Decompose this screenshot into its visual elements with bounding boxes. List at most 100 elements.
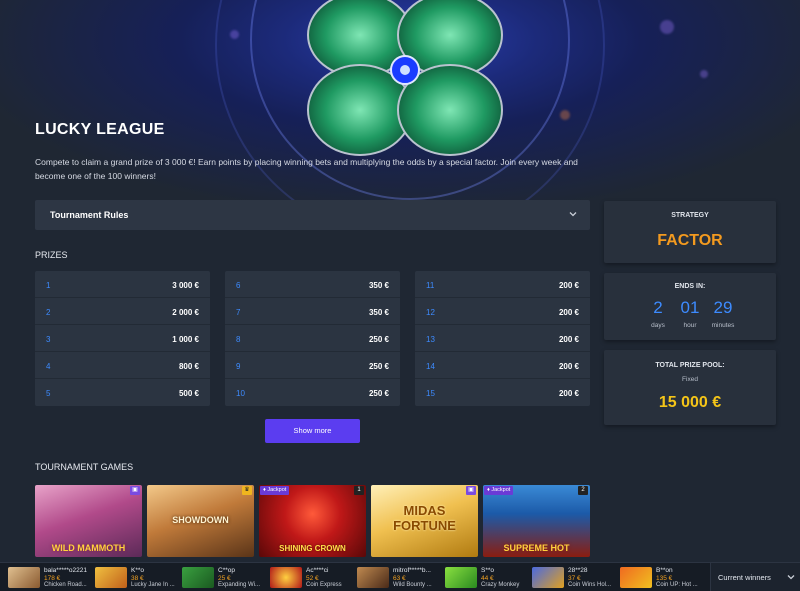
gift-icon: ▣ xyxy=(466,486,476,495)
prize-rank: 3 xyxy=(46,335,51,344)
game-title: MIDAS FORTUNE xyxy=(393,503,456,533)
game-thumbnail xyxy=(445,567,477,588)
prize-rank: 11 xyxy=(426,281,435,290)
prize-rank: 14 xyxy=(426,362,435,371)
game-title: SHOWDOWN xyxy=(172,515,229,525)
game-tile-midas-fortune[interactable]: ▣ MIDAS FORTUNE xyxy=(371,485,478,557)
winner-game: Expanding Wi... xyxy=(218,582,261,588)
prize-rank: 5 xyxy=(46,389,51,398)
winner-username: bala*****o2221 xyxy=(44,567,88,574)
game-thumbnail xyxy=(620,567,652,588)
countdown-minutes-label: minutes xyxy=(711,322,735,329)
prize-amount: 200 € xyxy=(558,389,579,398)
current-winners-dropdown[interactable]: Current winners xyxy=(710,563,800,591)
tournament-rules-accordion[interactable]: Tournament Rules xyxy=(35,200,590,230)
show-more-button[interactable]: Show more xyxy=(265,419,360,443)
winner-amount: 63 € xyxy=(393,575,406,582)
prize-pool-card: TOTAL PRIZE POOL: Fixed 15 000 € xyxy=(604,350,776,425)
prize-amount: 500 € xyxy=(178,389,199,398)
prize-amount: 250 € xyxy=(368,389,389,398)
countdown-minutes: 29 minutes xyxy=(701,298,745,329)
winner-amount: 37 € xyxy=(568,575,581,582)
game-thumbnail xyxy=(182,567,214,588)
chevron-down-icon xyxy=(569,212,577,217)
game-badge: 2 xyxy=(578,486,588,495)
game-title: WILD MAMMOTH xyxy=(51,543,126,553)
winner-amount: 135 € xyxy=(656,575,673,582)
winner-game: Lucky Jane In ... xyxy=(131,582,175,588)
gift-icon: ▣ xyxy=(130,486,140,495)
prize-pool-value: 15 000 € xyxy=(658,394,722,411)
prize-column: 6 350 € 7 350 € 8 250 € 9 250 € 10 250 € xyxy=(225,271,400,406)
prize-amount: 250 € xyxy=(368,335,389,344)
prize-rank: 10 xyxy=(236,389,245,398)
game-thumbnail xyxy=(357,567,389,588)
game-tile-supreme-hot[interactable]: ♦ Jackpot 2 SUPREME HOT xyxy=(483,485,590,557)
game-badge: 1 xyxy=(354,486,364,495)
game-thumbnail xyxy=(8,567,40,588)
prize-rank: 9 xyxy=(236,362,241,371)
prize-amount: 3 000 € xyxy=(172,281,199,290)
game-title: SHINING CROWN xyxy=(279,544,346,553)
winner-username: 28**28 xyxy=(568,567,588,574)
hero-bokeh xyxy=(230,30,239,39)
prize-amount: 200 € xyxy=(558,362,579,371)
game-tile-showdown[interactable]: ♛ SHOWDOWN xyxy=(147,485,254,557)
game-title: SUPREME HOT xyxy=(503,543,570,553)
game-thumbnail xyxy=(95,567,127,588)
prize-row: 13 200 € xyxy=(415,325,590,352)
prize-row: 6 350 € xyxy=(225,271,400,298)
winner-amount: 38 € xyxy=(131,575,144,582)
prize-rank: 6 xyxy=(236,281,241,290)
clover-icon xyxy=(307,0,503,156)
strategy-caption: STRATEGY xyxy=(671,212,709,219)
game-thumbnail xyxy=(532,567,564,588)
prize-row: 4 800 € xyxy=(35,352,210,379)
winner-username: Ac****ci xyxy=(306,567,329,574)
winner-game: Coin UP: Hot ... xyxy=(656,582,698,588)
game-tile-wild-mammoth[interactable]: ▣ WILD MAMMOTH xyxy=(35,485,142,557)
winner-username: K**o xyxy=(131,567,145,574)
hero-bokeh xyxy=(700,70,708,78)
prize-row: 12 200 € xyxy=(415,298,590,325)
prize-row: 1 3 000 € xyxy=(35,271,210,298)
winner-username: mitrof*****b... xyxy=(393,567,431,574)
winners-ticker: bala*****o2221 178 € Chicken Road... K**… xyxy=(0,562,800,591)
prize-row: 5 500 € xyxy=(35,379,210,406)
prize-rank: 8 xyxy=(236,335,241,344)
game-tile-shining-crown[interactable]: ♦ Jackpot 1 SHINING CROWN xyxy=(259,485,366,557)
page-title: LUCKY LEAGUE xyxy=(35,121,165,138)
prizes-heading: PRIZES xyxy=(35,250,68,260)
prize-column: 11 200 € 12 200 € 13 200 € 14 200 € 15 200 € xyxy=(415,271,590,406)
prize-row: 15 200 € xyxy=(415,379,590,406)
winner-amount: 178 € xyxy=(44,575,61,582)
jackpot-badge: ♦ Jackpot xyxy=(484,486,514,495)
strategy-card: STRATEGY FACTOR xyxy=(604,201,776,263)
prize-rank: 7 xyxy=(236,308,241,317)
prize-amount: 250 € xyxy=(368,362,389,371)
prize-row: 3 1 000 € xyxy=(35,325,210,352)
page-description: Compete to claim a grand prize of 3 000 … xyxy=(35,157,578,181)
winner-username: S**o xyxy=(481,567,495,574)
prize-amount: 350 € xyxy=(368,308,389,317)
prize-row: 9 250 € xyxy=(225,352,400,379)
prize-amount: 200 € xyxy=(558,281,579,290)
countdown-minutes-value: 29 xyxy=(713,298,733,317)
prize-row: 11 200 € xyxy=(415,271,590,298)
winner-username: C**op xyxy=(218,567,235,574)
winner-game: Coin Wins Hol... xyxy=(568,582,612,588)
prize-amount: 200 € xyxy=(558,335,579,344)
prize-rank: 13 xyxy=(426,335,435,344)
winner-username: B**on xyxy=(656,567,673,574)
prize-pool-type: Fixed xyxy=(682,376,698,383)
jackpot-badge: ♦ Jackpot xyxy=(260,486,290,495)
winner-game: Wild Bounty ... xyxy=(393,582,432,588)
current-winners-label: Current winners xyxy=(718,573,771,582)
prize-row: 7 350 € xyxy=(225,298,400,325)
strategy-value: FACTOR xyxy=(657,232,723,249)
hero-bokeh xyxy=(560,110,570,120)
winner-game: Coin Express xyxy=(306,582,342,588)
prize-pool-caption: TOTAL PRIZE POOL: xyxy=(655,362,725,369)
winner-game: Crazy Monkey xyxy=(481,582,520,588)
crown-icon: ♛ xyxy=(242,486,252,495)
